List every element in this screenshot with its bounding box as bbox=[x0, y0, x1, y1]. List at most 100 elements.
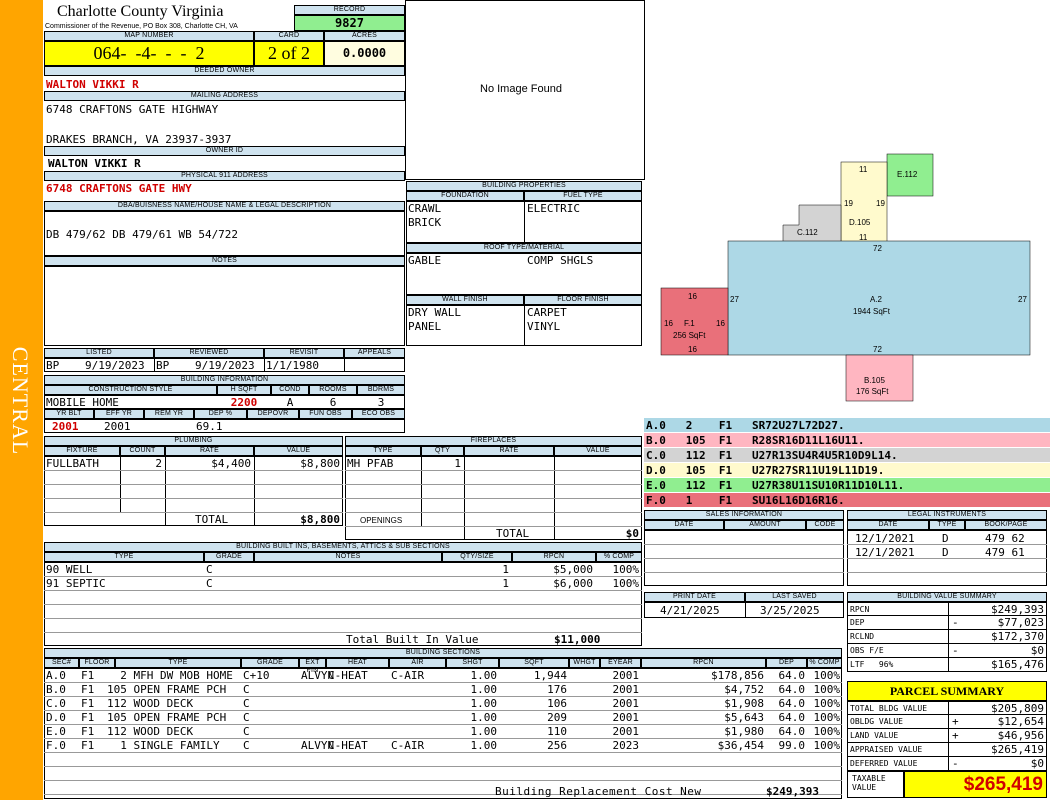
bs-cell: 256 bbox=[547, 739, 567, 752]
bs-col-header: SHGT bbox=[446, 658, 499, 668]
plumb-col-fixture: FIXTURE bbox=[44, 446, 120, 456]
acres-label: ACRES bbox=[324, 31, 405, 41]
wall-1: DRY WALL bbox=[408, 306, 461, 319]
legal-label: LEGAL INSTRUMENTS bbox=[847, 510, 1047, 520]
plumb-h1 bbox=[44, 470, 343, 471]
bs-cell: 100% bbox=[813, 739, 841, 752]
taxable-value: $265,419 bbox=[904, 771, 1047, 798]
bs-cell: $4,752 bbox=[724, 683, 764, 696]
reviewed-label: REVIEWED bbox=[154, 348, 264, 358]
bi-col-qty: QTY/SIZE bbox=[442, 552, 512, 562]
owner-id-label: OWNER ID bbox=[44, 146, 405, 156]
sketch-a-right: 27 bbox=[1018, 295, 1027, 304]
bvs-row: OBS F/E - $0 bbox=[847, 643, 1047, 658]
bs-cell: ALVYN bbox=[301, 739, 335, 752]
builtins-total-label: Total Built In Value bbox=[346, 633, 479, 646]
card-label: CARD bbox=[254, 31, 324, 41]
reviewed-date: 9/19/2023 bbox=[195, 359, 255, 372]
bvs-row: RCLND $172,370 bbox=[847, 629, 1047, 644]
owner-id: WALTON VIKKI R bbox=[48, 157, 141, 170]
sketch-d-left: 19 bbox=[844, 199, 853, 208]
section-list-row: C.0 112 F1 U27R13SU4R4U5R10D9L14. bbox=[644, 448, 1050, 463]
bs-col-header: TYPE bbox=[115, 658, 241, 668]
section-list-row: E.0 112 F1 U27R38U11SU10R11D10L11. bbox=[644, 478, 1050, 493]
bvs-label: OBS F/E bbox=[850, 646, 884, 655]
listed-by: BP bbox=[46, 359, 60, 372]
bs-cell: C bbox=[243, 683, 250, 696]
fuel-label: FUEL TYPE bbox=[524, 191, 642, 201]
legal-row1-book: 479 62 bbox=[985, 532, 1025, 545]
bi-col-comp: % COMP bbox=[596, 552, 642, 562]
bs-cell: 100% bbox=[813, 683, 841, 696]
bin-row2-qty: 1 bbox=[502, 577, 509, 590]
last-saved: 3/25/2025 bbox=[760, 604, 820, 617]
fp-total-label: TOTAL bbox=[496, 527, 530, 540]
bs-gridline bbox=[44, 794, 842, 795]
bs-cell: 64.0 bbox=[778, 683, 806, 696]
sketch-a-left: 27 bbox=[730, 295, 739, 304]
bs-cell: C bbox=[243, 697, 250, 710]
bs-total-label: Building Replacement Cost New bbox=[495, 785, 702, 798]
bs-cell: 100% bbox=[813, 725, 841, 738]
roof-label: ROOF TYPE/MATERIAL bbox=[406, 243, 642, 253]
legal-col-date: DATE bbox=[847, 520, 929, 530]
bin-row2-rpcn: $6,000 bbox=[553, 577, 593, 590]
bs-cell: 209 bbox=[547, 711, 567, 724]
sketch-a-top: 72 bbox=[873, 244, 882, 253]
parcel-sign: + bbox=[952, 729, 959, 742]
rooms-label: ROOMS bbox=[309, 385, 357, 395]
parcel-sep bbox=[948, 756, 949, 770]
wall-2: PANEL bbox=[408, 320, 442, 333]
mailing-label: MAILING ADDRESS bbox=[44, 91, 405, 101]
bp-box2 bbox=[406, 253, 642, 295]
bs-cell: 2001 bbox=[612, 669, 640, 682]
section-list-row: F.0 1 F1 SU16L16D16R16. bbox=[644, 493, 1050, 508]
bs-cell: 176 bbox=[547, 683, 567, 696]
bp-label: BUILDING PROPERTIES bbox=[406, 181, 642, 191]
bvs-value: $0 bbox=[1030, 644, 1044, 657]
section-list-row: A.0 2 F1 SR72U27L72D27. bbox=[644, 418, 1050, 433]
bs-cell: 2 MFH DW MOB HOME bbox=[107, 669, 233, 682]
construction-style: MOBILE HOME bbox=[46, 396, 119, 409]
bs-gridline bbox=[44, 780, 842, 781]
bs-cell: C+10 bbox=[243, 669, 270, 682]
sketch-b-sqft: 176 SqFt bbox=[856, 387, 889, 396]
fp-h4 bbox=[345, 512, 642, 513]
fp-col-type: TYPE bbox=[345, 446, 421, 456]
bs-cell: B.0 bbox=[46, 683, 66, 696]
bin-row2-comp: 100% bbox=[612, 577, 640, 590]
bs-cell: 110 bbox=[547, 725, 567, 738]
effyr: 2001 bbox=[104, 420, 131, 433]
card-number: 2 of 2 bbox=[254, 41, 324, 66]
fp-openings-label: OPENINGS bbox=[360, 516, 403, 525]
bs-cell: 105 OPEN FRAME PCH bbox=[107, 711, 227, 724]
bvs-label: BUILDING VALUE SUMMARY bbox=[847, 592, 1047, 602]
bin-row2-type: 91 SEPTIC bbox=[46, 577, 106, 590]
fp-type: MH PFAB bbox=[347, 457, 394, 470]
plumb-col-rate: RATE bbox=[165, 446, 254, 456]
sketch-d-label: D.105 bbox=[849, 218, 871, 227]
bs-cell: C-HEAT bbox=[328, 739, 368, 752]
print-date-label: PRINT DATE bbox=[644, 592, 745, 602]
dep-label: DEP % bbox=[194, 409, 247, 419]
sections-list: A.0 2 F1 SR72U27L72D27. B.0 105 F1 R28SR1… bbox=[644, 418, 1050, 508]
legal-col-book: BOOK/PAGE bbox=[965, 520, 1047, 530]
bs-cell: D.0 bbox=[46, 711, 66, 724]
section-list-row: B.0 105 F1 R28SR16D11L16U11. bbox=[644, 433, 1050, 448]
bvs-sep bbox=[948, 629, 949, 643]
sketch-c-label: C.112 bbox=[797, 228, 818, 237]
cond-label: COND bbox=[271, 385, 309, 395]
parcel-sep bbox=[948, 701, 949, 715]
fp-total: $0 bbox=[625, 527, 639, 540]
sales-col-code: CODE bbox=[806, 520, 844, 530]
cond: A bbox=[286, 396, 294, 409]
fp-h3 bbox=[345, 498, 642, 499]
parcel-sep bbox=[948, 742, 949, 756]
bin-row1-type: 90 WELL bbox=[46, 563, 93, 576]
parcel-sep bbox=[948, 714, 949, 728]
bin-row1-qty: 1 bbox=[502, 563, 509, 576]
bvs-label: RCLND bbox=[850, 632, 875, 641]
hsqft: 2200 bbox=[230, 396, 258, 409]
bs-cell: $1,980 bbox=[724, 725, 764, 738]
bvs-sep bbox=[948, 657, 949, 671]
